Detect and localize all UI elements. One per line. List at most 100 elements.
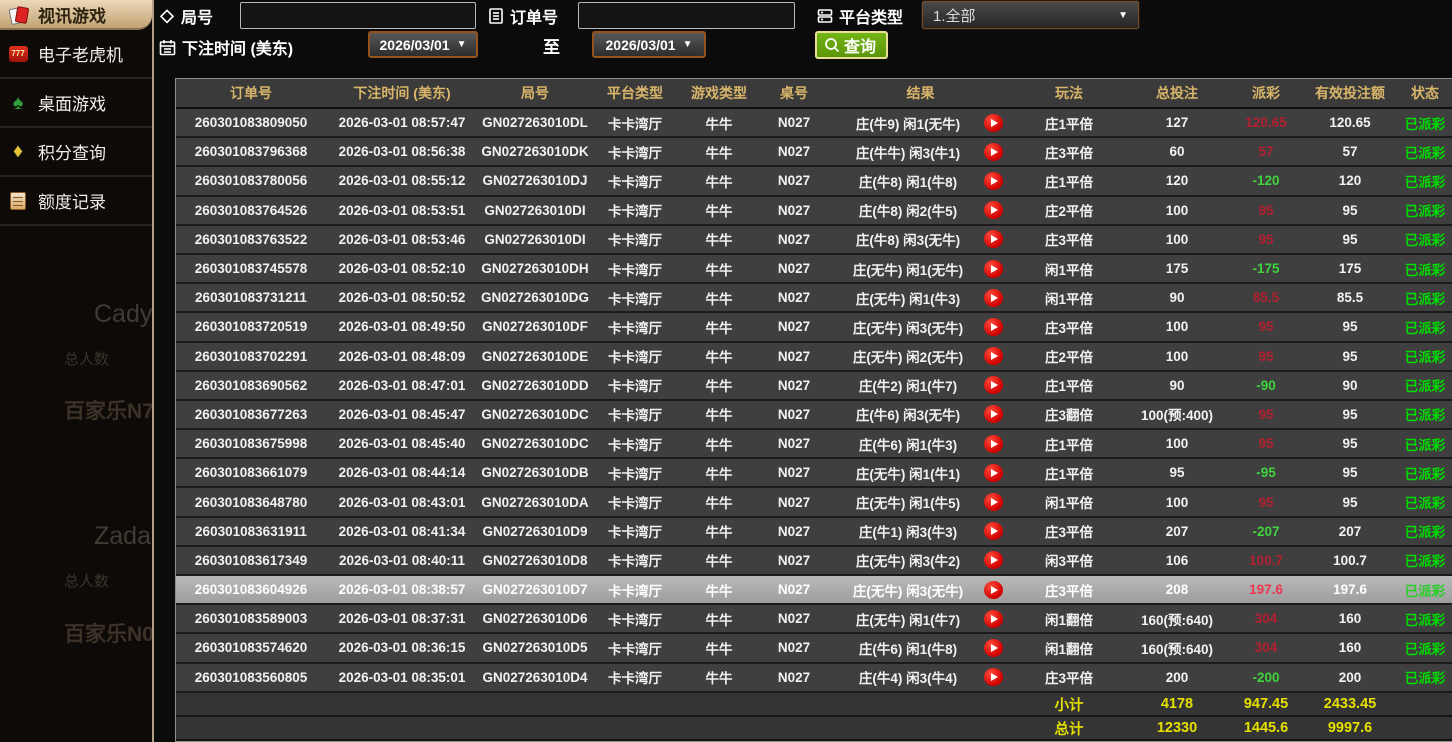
- table-header: 订单号 下注时间 (美东) 局号 平台类型 游戏类型 桌号 结果 玩法 总投注 …: [176, 79, 1452, 108]
- grand-total-valid-bet: 9997.6: [1303, 716, 1397, 740]
- table-row[interactable]: 2603010836759982026-03-01 08:45:40GN0272…: [176, 429, 1452, 458]
- cell-status: 已派彩: [1397, 633, 1452, 662]
- cell-payout: 95: [1229, 400, 1303, 429]
- cell-status: 已派彩: [1397, 371, 1452, 400]
- cell-order-number: 260301083617349: [176, 546, 326, 575]
- table-row[interactable]: 2603010836319112026-03-01 08:41:34GN0272…: [176, 517, 1452, 546]
- play-video-button[interactable]: [984, 551, 1003, 569]
- table-row[interactable]: 2603010837645262026-03-01 08:53:51GN0272…: [176, 196, 1452, 225]
- cell-table-number: N027: [760, 633, 828, 662]
- cell-platform-type: 卡卡湾厅: [592, 196, 678, 225]
- table-row[interactable]: 2603010836487802026-03-01 08:43:01GN0272…: [176, 487, 1452, 516]
- cell-play-type: 庄3平倍: [1013, 517, 1125, 546]
- cell-platform-type: 卡卡湾厅: [592, 108, 678, 137]
- cell-valid-bet: 120: [1303, 166, 1397, 195]
- play-video-button[interactable]: [984, 347, 1003, 365]
- play-video-button[interactable]: [984, 289, 1003, 307]
- play-video-button[interactable]: [984, 318, 1003, 336]
- date-to-picker[interactable]: 2026/03/01 ▼: [592, 31, 706, 58]
- table-row[interactable]: 2603010835608052026-03-01 08:35:01GN0272…: [176, 663, 1452, 692]
- play-video-button[interactable]: [984, 114, 1003, 132]
- table-row[interactable]: 2603010836049262026-03-01 08:38:57GN0272…: [176, 575, 1452, 604]
- play-video-button[interactable]: [984, 668, 1003, 686]
- cell-order-number: 260301083809050: [176, 108, 326, 137]
- cell-table-number: N027: [760, 283, 828, 312]
- cell-play-type: 庄1平倍: [1013, 371, 1125, 400]
- slot-777-icon: 777: [7, 43, 29, 65]
- result-wrap: 庄(无牛) 闲1(无牛): [828, 255, 1013, 282]
- cell-round-number: GN027263010D7: [478, 575, 592, 604]
- cell-game-type: 牛牛: [678, 342, 760, 371]
- table-row[interactable]: 2603010835746202026-03-01 08:36:15GN0272…: [176, 633, 1452, 662]
- search-button[interactable]: 查询: [815, 31, 888, 59]
- table-row[interactable]: 2603010836173492026-03-01 08:40:11GN0272…: [176, 546, 1452, 575]
- table-row[interactable]: 2603010837635222026-03-01 08:53:46GN0272…: [176, 225, 1452, 254]
- play-video-button[interactable]: [984, 435, 1003, 453]
- sidebar-item-points-query[interactable]: ♦ 积分查询: [0, 128, 152, 177]
- cell-game-type: 牛牛: [678, 196, 760, 225]
- sidebar-item-live-games[interactable]: 视讯游戏: [0, 0, 152, 30]
- play-video-button[interactable]: [984, 464, 1003, 482]
- platform-type-select[interactable]: 1.全部 ▼: [922, 1, 1139, 29]
- table-row[interactable]: 2603010835890032026-03-01 08:37:31GN0272…: [176, 604, 1452, 633]
- order-number-input[interactable]: [578, 2, 795, 29]
- cell-order-number: 260301083675998: [176, 429, 326, 458]
- cell-status: 已派彩: [1397, 196, 1452, 225]
- list-document-icon: [487, 7, 505, 25]
- play-video-button[interactable]: [984, 581, 1003, 599]
- table-row[interactable]: 2603010837022912026-03-01 08:48:09GN0272…: [176, 342, 1452, 371]
- cell-play-type: 闲1翻倍: [1013, 633, 1125, 662]
- cell-order-number: 260301083764526: [176, 196, 326, 225]
- play-video-button[interactable]: [984, 172, 1003, 190]
- cell-total-bet: 100(预:400): [1125, 400, 1229, 429]
- cell-play-type: 庄3平倍: [1013, 225, 1125, 254]
- col-total-bet: 总投注: [1125, 79, 1229, 108]
- cell-payout: -90: [1229, 371, 1303, 400]
- play-video-button[interactable]: [984, 610, 1003, 628]
- table-row[interactable]: 2603010837800562026-03-01 08:55:12GN0272…: [176, 166, 1452, 195]
- table-row[interactable]: 2603010837205192026-03-01 08:49:50GN0272…: [176, 312, 1452, 341]
- cell-status: 已派彩: [1397, 575, 1452, 604]
- date-from-picker[interactable]: 2026/03/01 ▼: [368, 31, 478, 58]
- play-video-button[interactable]: [984, 639, 1003, 657]
- cell-order-number: 260301083631911: [176, 517, 326, 546]
- play-video-button[interactable]: [984, 260, 1003, 278]
- table-row[interactable]: 2603010837312112026-03-01 08:50:52GN0272…: [176, 283, 1452, 312]
- table-row[interactable]: 2603010838090502026-03-01 08:57:47GN0272…: [176, 108, 1452, 137]
- table-row[interactable]: 2603010837455782026-03-01 08:52:10GN0272…: [176, 254, 1452, 283]
- cell-order-number: 260301083702291: [176, 342, 326, 371]
- cell-total-bet: 100: [1125, 342, 1229, 371]
- play-video-button[interactable]: [984, 230, 1003, 248]
- cell-valid-bet: 160: [1303, 633, 1397, 662]
- result-wrap: 庄(牛牛) 闲3(牛1): [828, 138, 1013, 165]
- sidebar-item-table-games[interactable]: ♠ 桌面游戏: [0, 79, 152, 128]
- play-video-button[interactable]: [984, 405, 1003, 423]
- play-video-button[interactable]: [984, 201, 1003, 219]
- col-payout: 派彩: [1229, 79, 1303, 108]
- table-row[interactable]: 2603010836905622026-03-01 08:47:01GN0272…: [176, 371, 1452, 400]
- cell-platform-type: 卡卡湾厅: [592, 312, 678, 341]
- cell-platform-type: 卡卡湾厅: [592, 371, 678, 400]
- cell-game-type: 牛牛: [678, 371, 760, 400]
- cell-round-number: GN027263010DC: [478, 400, 592, 429]
- result-wrap: 庄(牛2) 闲1(牛7): [828, 372, 1013, 399]
- sidebar-item-slots[interactable]: 777 电子老虎机: [0, 30, 152, 79]
- play-video-button[interactable]: [984, 522, 1003, 540]
- cell-status: 已派彩: [1397, 254, 1452, 283]
- table-row[interactable]: 2603010836610792026-03-01 08:44:14GN0272…: [176, 458, 1452, 487]
- sidebar-item-credit-records[interactable]: 额度记录: [0, 177, 152, 226]
- result-wrap: 庄(牛1) 闲3(牛3): [828, 518, 1013, 545]
- cell-total-bet: 100: [1125, 312, 1229, 341]
- round-number-input[interactable]: [240, 2, 476, 29]
- play-video-button[interactable]: [984, 376, 1003, 394]
- table-row[interactable]: 2603010837963682026-03-01 08:56:38GN0272…: [176, 137, 1452, 166]
- table-row[interactable]: 2603010836772632026-03-01 08:45:47GN0272…: [176, 400, 1452, 429]
- result-wrap: 庄(无牛) 闲3(无牛): [828, 576, 1013, 603]
- server-stack-icon: [816, 7, 834, 25]
- play-video-button[interactable]: [984, 493, 1003, 511]
- cell-game-type: 牛牛: [678, 633, 760, 662]
- play-video-button[interactable]: [984, 143, 1003, 161]
- chevron-down-icon: ▼: [457, 39, 467, 50]
- cell-table-number: N027: [760, 342, 828, 371]
- subtotal-total-bet: 4178: [1125, 692, 1229, 716]
